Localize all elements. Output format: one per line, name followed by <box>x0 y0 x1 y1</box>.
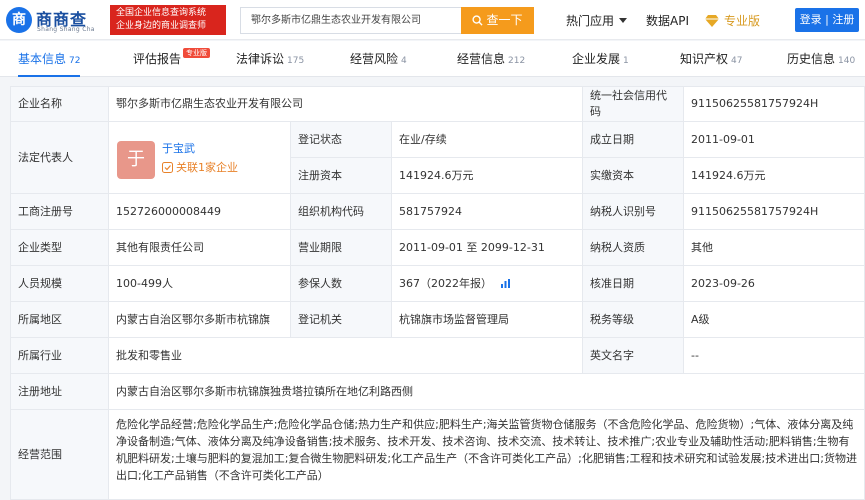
credit-code: 91150625581757924H <box>684 86 865 122</box>
insured-cell: 367（2022年报） <box>392 266 583 302</box>
nav-data-api[interactable]: 数据API <box>646 12 689 29</box>
company-type: 其他有限责任公司 <box>109 230 291 266</box>
tab-count: 4 <box>401 56 407 66</box>
logo-subtitle: Shang Shang Cha <box>37 26 95 33</box>
tab-bar: 基本信息 72 评估报告 专业版 法律诉讼 175 经营风险 4 经营信息 212 企业发… <box>0 41 865 77</box>
taxpayer-qual: 其他 <box>684 230 865 266</box>
approve-date: 2023-09-26 <box>684 266 865 302</box>
nav-pro-label: 专业版 <box>724 14 761 28</box>
english-name: -- <box>684 338 865 374</box>
search-button-label: 查一下 <box>486 13 523 27</box>
logo-mark-icon: 商 <box>6 7 32 33</box>
tab-history[interactable]: 历史信息 140 <box>787 41 855 77</box>
insured-label: 参保人数 <box>291 266 392 302</box>
legal-rep-name[interactable]: 于宝武 <box>162 141 195 157</box>
nav-pro-version[interactable]: 专业版 <box>705 12 760 29</box>
nav-hot-apps-label: 热门应用 <box>566 14 615 28</box>
legal-rep-label: 法定代表人 <box>10 122 109 194</box>
founded-date: 2011-09-01 <box>684 122 865 158</box>
tab-business-info[interactable]: 经营信息 212 <box>457 41 525 77</box>
tab-count: 175 <box>287 56 305 66</box>
address: 内蒙古自治区鄂尔多斯市杭锦旗独贵塔拉镇所在地亿利路西侧 <box>109 374 865 410</box>
biz-reg-no: 152726000008449 <box>109 194 291 230</box>
avatar: 于 <box>117 141 155 179</box>
search-button[interactable]: 查一下 <box>461 7 534 34</box>
tab-label: 基本信息 <box>18 52 67 66</box>
tax-grade: A级 <box>684 302 865 338</box>
tax-grade-label: 税务等级 <box>583 302 684 338</box>
company-name: 鄂尔多斯市亿鼎生态农业开发有限公司 <box>109 86 583 122</box>
reg-status: 在业/存续 <box>392 122 583 158</box>
tab-label: 企业发展 <box>572 52 621 66</box>
diamond-icon <box>705 15 719 27</box>
legal-rep-related-link[interactable]: 关联1家企业 <box>162 160 238 176</box>
biz-reg-no-label: 工商注册号 <box>10 194 109 230</box>
english-name-label: 英文名字 <box>583 338 684 374</box>
tab-label: 经营信息 <box>457 52 506 66</box>
paid-capital: 141924.6万元 <box>684 158 865 194</box>
search-input[interactable]: 鄂尔多斯市亿鼎生态农业开发有限公司 <box>240 7 461 34</box>
tab-label: 经营风险 <box>350 52 399 66</box>
login-register-button[interactable]: 登录 | 注册 <box>795 8 859 32</box>
reg-authority: 杭锦旗市场监督管理局 <box>392 302 583 338</box>
basic-info-table: 企业名称 鄂尔多斯市亿鼎生态农业开发有限公司 统一社会信用代码 91150625… <box>10 86 865 500</box>
promo-line-1: 全国企业信息查询系统 <box>116 8 207 18</box>
tab-ip[interactable]: 知识产权 47 <box>680 41 742 77</box>
org-code-label: 组织机构代码 <box>291 194 392 230</box>
region: 内蒙古自治区鄂尔多斯市杭锦旗 <box>109 302 291 338</box>
tab-label: 法律诉讼 <box>236 52 285 66</box>
industry-label: 所属行业 <box>10 338 109 374</box>
site-logo[interactable]: 商 商商查 Shang Shang Cha <box>6 5 101 35</box>
tab-legal[interactable]: 法律诉讼 175 <box>236 41 304 77</box>
tab-count: 212 <box>508 56 526 66</box>
founded-label: 成立日期 <box>583 122 684 158</box>
tab-evaluation-report[interactable]: 评估报告 专业版 <box>133 41 211 77</box>
taxpayer-id-label: 纳税人识别号 <box>583 194 684 230</box>
legal-rep-cell: 于 于宝武 关联1家企业 <box>109 122 291 194</box>
company-type-label: 企业类型 <box>10 230 109 266</box>
reg-status-label: 登记状态 <box>291 122 392 158</box>
staff-size: 100-499人 <box>109 266 291 302</box>
top-header: 商 商商查 Shang Shang Cha 全国企业信息查询系统 企业身边的商业… <box>0 0 865 40</box>
approve-date-label: 核准日期 <box>583 266 684 302</box>
chevron-down-icon <box>619 18 628 23</box>
tab-basic-info[interactable]: 基本信息 72 <box>18 41 81 77</box>
reg-capital-label: 注册资本 <box>291 158 392 194</box>
promo-line-2: 企业身边的商业调查师 <box>116 21 207 31</box>
address-label: 注册地址 <box>10 374 109 410</box>
bar-chart-icon[interactable] <box>500 278 511 289</box>
company-name-label: 企业名称 <box>10 86 109 122</box>
credit-code-label: 统一社会信用代码 <box>583 86 684 122</box>
legal-rep-related: 关联1家企业 <box>176 161 238 174</box>
tab-business-risk[interactable]: 经营风险 4 <box>350 41 407 77</box>
org-code: 581757924 <box>392 194 583 230</box>
reg-authority-label: 登记机关 <box>291 302 392 338</box>
tab-label: 知识产权 <box>680 52 729 66</box>
industry: 批发和零售业 <box>109 338 583 374</box>
link-icon <box>162 162 173 173</box>
taxpayer-id: 91150625581757924H <box>684 194 865 230</box>
paid-capital-label: 实缴资本 <box>583 158 684 194</box>
tab-development[interactable]: 企业发展 1 <box>572 41 629 77</box>
insured-count: 367（2022年报） <box>399 276 492 290</box>
staff-label: 人员规模 <box>10 266 109 302</box>
pro-badge: 专业版 <box>183 48 211 58</box>
reg-capital: 141924.6万元 <box>392 158 583 194</box>
tab-count: 140 <box>838 56 856 66</box>
taxpayer-qual-label: 纳税人资质 <box>583 230 684 266</box>
biz-term-label: 营业期限 <box>291 230 392 266</box>
nav-hot-apps[interactable]: 热门应用 <box>566 12 628 29</box>
tab-count: 72 <box>69 56 81 66</box>
scope-label: 经营范围 <box>10 410 109 500</box>
biz-term: 2011-09-01 至 2099-12-31 <box>392 230 583 266</box>
search-icon <box>472 15 484 26</box>
tab-label: 历史信息 <box>787 52 836 66</box>
tab-count: 47 <box>731 56 743 66</box>
region-label: 所属地区 <box>10 302 109 338</box>
promo-banner[interactable]: 全国企业信息查询系统 企业身边的商业调查师 <box>110 5 226 35</box>
business-scope: 危险化学品经营;危险化学品生产;危险化学品仓储;热力生产和供应;肥料生产;海关监… <box>109 410 865 500</box>
tab-count: 1 <box>623 56 629 66</box>
tab-label: 评估报告 <box>133 52 182 66</box>
